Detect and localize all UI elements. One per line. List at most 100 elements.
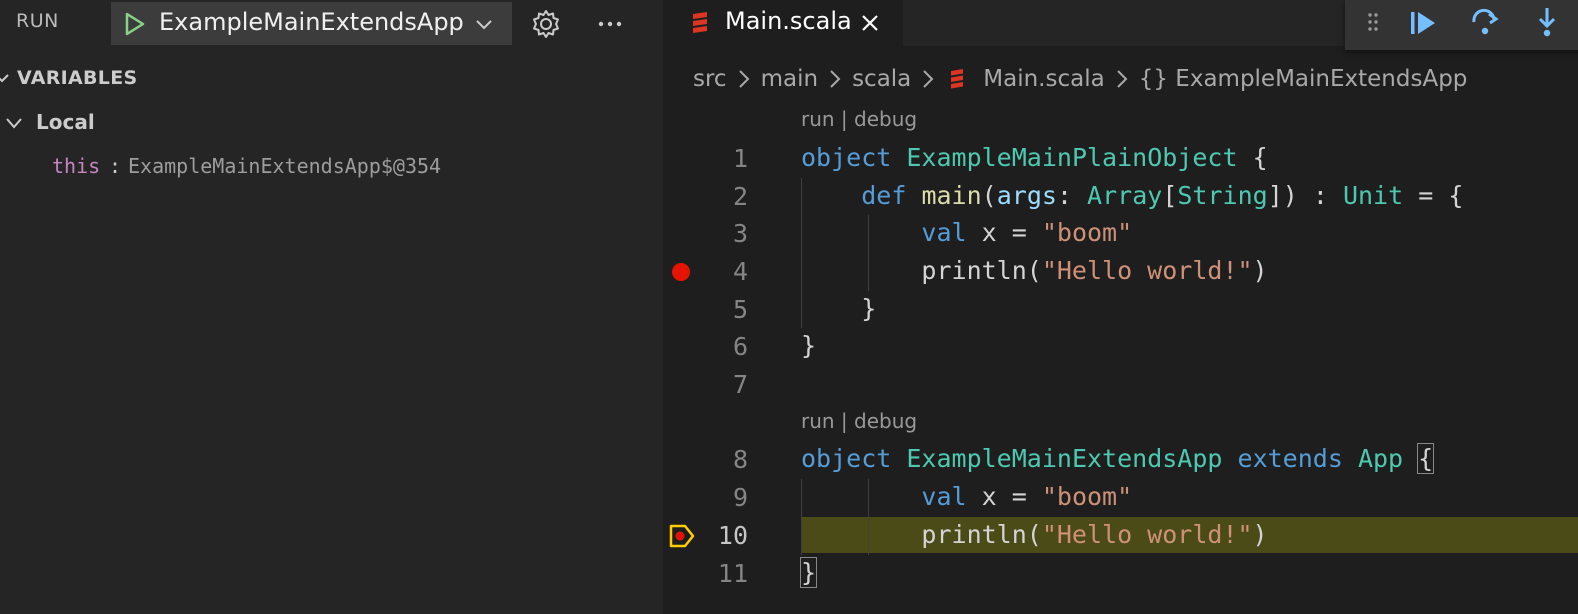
chevron-down-icon [0, 74, 9, 83]
code-text: } [799, 557, 818, 588]
code-line[interactable]: 5 } [663, 291, 1578, 329]
scala-file-icon [693, 12, 707, 33]
scala-file-icon [951, 69, 964, 89]
keyword: def [861, 181, 907, 210]
code-line[interactable]: 8 object ExampleMainExtendsApp extends A… [663, 441, 1578, 479]
string-literal: "Hello world!" [1041, 256, 1253, 285]
codelens-run-link[interactable]: run [801, 107, 835, 131]
drag-grip-icon[interactable] [1365, 9, 1381, 35]
keyword: object [801, 143, 892, 172]
code-line[interactable]: 1 object ExampleMainPlainObject { [663, 140, 1578, 178]
codelens-run-link[interactable]: run [801, 409, 835, 433]
line-number: 10 [717, 521, 748, 550]
line-number: 11 [717, 559, 748, 588]
debug-sidebar: RUN ExampleMainExtendsApp VARIABLES Loca… [0, 0, 663, 614]
code-token: ]) : [1267, 181, 1343, 210]
codelens-debug-link[interactable]: debug [854, 409, 917, 433]
launch-config-select[interactable]: ExampleMainExtendsApp [111, 2, 512, 45]
codelens-debug-link[interactable]: debug [854, 107, 917, 131]
code-token: println( [801, 256, 1042, 285]
variable-colon: : [109, 154, 122, 178]
tab-bar: Main.scala [663, 0, 1578, 50]
parameter-name: args [996, 181, 1057, 210]
line-number: 6 [732, 332, 748, 361]
chevron-down-icon[interactable] [473, 13, 495, 35]
code-line[interactable]: 11 } [663, 555, 1578, 593]
code-line[interactable]: 4 println("Hello world!") [663, 253, 1578, 291]
matched-bracket: } [799, 557, 818, 588]
breadcrumb: src main scala Main.scala {} ExampleMain… [693, 62, 1467, 96]
play-icon[interactable] [121, 11, 147, 37]
string-literal: "boom" [1041, 218, 1133, 247]
chevron-right-icon [738, 70, 750, 88]
code-token: x = [966, 482, 1042, 511]
string-literal: "Hello world!" [1041, 520, 1253, 549]
codelens: run | debug [801, 107, 917, 131]
code-text: object ExampleMainPlainObject { [801, 143, 1268, 172]
chevron-right-icon [830, 70, 841, 88]
code-line[interactable]: 2 def main(args: Array[String]) : Unit =… [663, 178, 1578, 216]
type-name: App [1357, 444, 1404, 473]
keyword: val [921, 482, 967, 511]
code-token: ) [1252, 520, 1268, 549]
code-line[interactable]: 9 val x = "boom" [663, 479, 1578, 517]
codelens-separator: | [834, 409, 855, 433]
step-over-icon[interactable] [1469, 6, 1501, 38]
keyword: object [801, 444, 892, 473]
line-number: 7 [732, 370, 748, 399]
ellipsis-icon[interactable] [594, 8, 626, 40]
keyword: val [921, 218, 967, 247]
variables-title: VARIABLES [17, 67, 138, 89]
code-line-current[interactable]: 10 println("Hello world!") [663, 517, 1578, 555]
string-literal: "boom" [1041, 482, 1133, 511]
code-line[interactable]: 7 [663, 366, 1578, 404]
line-number: 3 [732, 219, 748, 248]
continue-icon[interactable] [1407, 7, 1439, 39]
type-name: Array [1087, 181, 1163, 210]
breadcrumb-item-scala[interactable]: scala [852, 66, 911, 92]
breadcrumb-item-src[interactable]: src [693, 66, 727, 92]
local-scope-row[interactable]: Local [0, 104, 663, 140]
variable-row[interactable]: this : ExampleMainExtendsApp$@354 [0, 150, 663, 184]
tab-label: Main.scala [725, 7, 852, 35]
line-number: 9 [732, 483, 748, 512]
breadcrumb-item-file[interactable]: Main.scala [983, 66, 1104, 92]
code-line[interactable]: 3 val x = "boom" [663, 215, 1578, 253]
line-number: 2 [732, 182, 748, 211]
code-text: def main(args: Array[String]) : Unit = { [801, 181, 1463, 210]
matched-bracket: { [1417, 443, 1435, 474]
function-name: main [921, 181, 982, 210]
gear-icon[interactable] [530, 8, 562, 40]
type-name: Unit [1342, 181, 1404, 210]
variable-value: ExampleMainExtendsApp$@354 [128, 154, 442, 178]
line-number: 8 [732, 445, 748, 474]
close-icon[interactable] [859, 12, 881, 34]
variable-name: this [52, 154, 101, 178]
type-name: ExampleMainExtendsApp [906, 444, 1223, 473]
line-number: 5 [732, 295, 748, 324]
keyword: extends [1237, 444, 1343, 473]
code-text: } [801, 331, 817, 360]
code-text: object ExampleMainExtendsApp extends App… [801, 443, 1435, 474]
run-view-title: RUN [16, 10, 59, 32]
tab-main-scala[interactable]: Main.scala [663, 0, 903, 46]
variables-section-header[interactable]: VARIABLES [0, 60, 663, 98]
code-line[interactable]: 6 } [663, 328, 1578, 366]
step-into-icon[interactable] [1531, 6, 1563, 38]
code-token: ( [981, 181, 997, 210]
breadcrumb-item-symbol[interactable]: {} ExampleMainExtendsApp [1139, 66, 1468, 92]
line-number: 1 [732, 144, 748, 173]
type-name: String [1177, 181, 1268, 210]
code-token: ) [1252, 256, 1268, 285]
breadcrumb-item-main[interactable]: main [761, 66, 818, 92]
local-scope-label: Local [36, 110, 95, 134]
chevron-down-icon [6, 118, 22, 129]
code-token: [ [1162, 181, 1178, 210]
launch-config-name[interactable]: ExampleMainExtendsApp [159, 8, 464, 36]
